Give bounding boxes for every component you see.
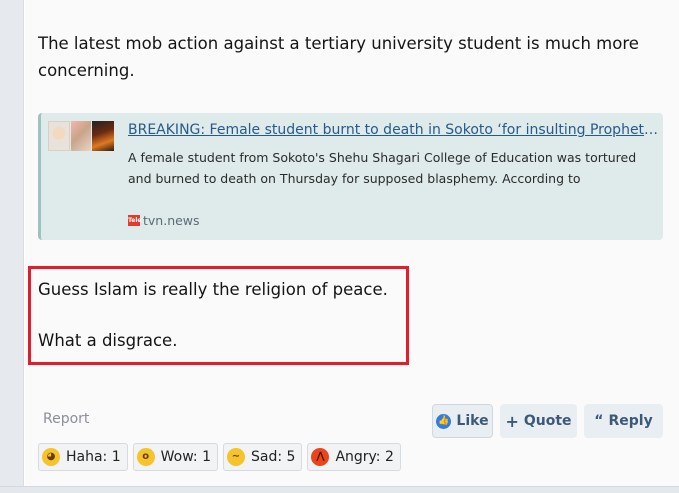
laughing-emoji-icon: ◕ <box>42 448 60 466</box>
reaction-wow-label: Wow: 1 <box>160 449 211 465</box>
reaction-angry-label: Angry: 2 <box>335 449 394 465</box>
tvn-favicon-icon: Tele <box>128 214 142 226</box>
sad-emoji-icon: ∼ <box>227 448 245 466</box>
thumbs-up-icon: 👍 <box>436 413 452 429</box>
highlighted-text-line: What a disgrace. <box>38 331 178 350</box>
plus-icon: + <box>505 411 519 431</box>
post-intro-text: The latest mob action against a tertiary… <box>38 34 639 80</box>
reactions-bar: ◕ Haha: 1 o Wow: 1 ∼ Sad: 5 ⋀ Angry: 2 <box>38 443 401 471</box>
reaction-angry[interactable]: ⋀ Angry: 2 <box>307 443 401 471</box>
reply-quote-icon: “ <box>594 413 604 429</box>
report-link[interactable]: Report <box>43 411 89 427</box>
link-preview-thumbnail[interactable] <box>48 121 114 151</box>
like-label: Like <box>456 413 489 429</box>
link-preview-card[interactable]: BREAKING: Female student burnt to death … <box>38 113 663 240</box>
quote-label: Quote <box>523 413 572 429</box>
reply-label: Reply <box>608 413 653 429</box>
angry-emoji-icon: ⋀ <box>311 448 330 466</box>
reply-button[interactable]: “ Reply <box>584 404 663 438</box>
quote-button[interactable]: + Quote <box>500 404 577 438</box>
link-preview-source: Tele tvn.news <box>128 212 200 228</box>
like-button[interactable]: 👍 Like <box>432 404 493 438</box>
reaction-sad-label: Sad: 5 <box>251 449 296 465</box>
link-preview-domain: tvn.news <box>143 212 200 228</box>
surprised-emoji-icon: o <box>136 448 155 466</box>
post-bottom-edge <box>0 486 679 493</box>
reaction-wow[interactable]: o Wow: 1 <box>132 443 218 471</box>
reaction-sad[interactable]: ∼ Sad: 5 <box>223 443 303 471</box>
left-gutter <box>0 0 24 493</box>
reaction-haha[interactable]: ◕ Haha: 1 <box>38 443 128 471</box>
reaction-haha-label: Haha: 1 <box>66 449 121 465</box>
highlighted-text-line: Guess Islam is really the religion of pe… <box>38 280 388 299</box>
link-preview-description: A female student from Sokoto's Shehu Sha… <box>128 150 637 186</box>
link-preview-title[interactable]: BREAKING: Female student burnt to death … <box>128 121 660 140</box>
